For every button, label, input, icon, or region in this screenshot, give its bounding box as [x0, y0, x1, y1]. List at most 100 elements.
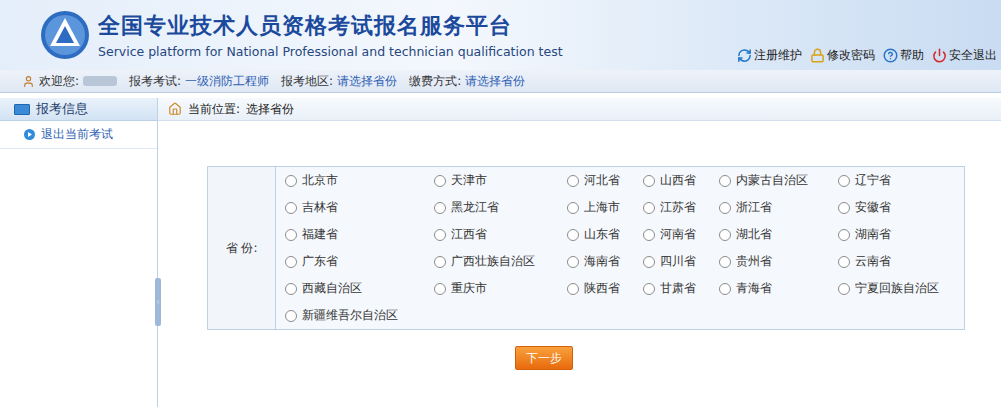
logo-icon: [40, 10, 90, 60]
province-radio[interactable]: 新疆维吾尔自治区: [285, 302, 434, 329]
radio-circle: [719, 202, 731, 214]
header-link[interactable]: 安全退出: [932, 47, 997, 64]
province-radio[interactable]: 海南省: [567, 248, 643, 275]
radio-circle: [719, 283, 731, 295]
province-radio[interactable]: 甘肃省: [643, 275, 719, 302]
page: 全国专业技术人员资格考试报名服务平台 Service platform for N…: [0, 0, 1001, 407]
province-radio[interactable]: 浙江省: [719, 194, 838, 221]
radio-circle: [643, 202, 655, 214]
panel-icon: [14, 104, 30, 115]
radio-circle: [285, 229, 297, 241]
radio-circle: [838, 283, 850, 295]
radio-circle: [719, 256, 731, 268]
province-radio[interactable]: 福建省: [285, 221, 434, 248]
home-icon: [168, 102, 182, 116]
header-link[interactable]: 注册维护: [737, 47, 802, 64]
collapse-handle[interactable]: [155, 278, 161, 326]
radio-circle: [285, 175, 297, 187]
power-icon: [932, 48, 947, 63]
province-radio[interactable]: 四川省: [643, 248, 719, 275]
province-radio[interactable]: 江苏省: [643, 194, 719, 221]
province-radio[interactable]: 辽宁省: [838, 167, 964, 194]
radio-circle: [643, 256, 655, 268]
radio-circle: [567, 229, 579, 241]
radio-circle: [567, 175, 579, 187]
province-radio[interactable]: 重庆市: [434, 275, 567, 302]
province-radio[interactable]: 青海省: [719, 275, 838, 302]
province-radio[interactable]: 河南省: [643, 221, 719, 248]
breadcrumb: 当前位置: 选择省份: [158, 98, 1001, 121]
site-title: 全国专业技术人员资格考试报名服务平台: [98, 11, 563, 41]
radio-circle: [643, 175, 655, 187]
province-radio[interactable]: 山西省: [643, 167, 719, 194]
radio-circle: [434, 283, 446, 295]
info-label: 缴费方式:: [409, 73, 461, 90]
province-radio[interactable]: 河北省: [567, 167, 643, 194]
header-link[interactable]: 帮助: [883, 47, 924, 64]
radio-circle: [285, 202, 297, 214]
info-label: 报考考试:: [129, 73, 181, 90]
province-radio[interactable]: 广西壮族自治区: [434, 248, 567, 275]
body: 报考信息退出当前考试当前位置:选择省份省 份:北京市天津市河北省山西省内蒙古自治…: [0, 93, 1001, 407]
province-radio[interactable]: 广东省: [285, 248, 434, 275]
radio-circle: [285, 256, 297, 268]
chevron-left-icon: [155, 299, 161, 305]
header-link[interactable]: 修改密码: [810, 47, 875, 64]
sidebar: 报考信息退出当前考试: [0, 98, 158, 407]
province-radio[interactable]: 陕西省: [567, 275, 643, 302]
radio-circle: [719, 229, 731, 241]
brand-text: 全国专业技术人员资格考试报名服务平台 Service platform for N…: [98, 11, 563, 59]
province-grid: 北京市天津市河北省山西省内蒙古自治区辽宁省吉林省黑龙江省上海市江苏省浙江省安徽省…: [276, 167, 964, 329]
radio-circle: [838, 175, 850, 187]
province-radio[interactable]: 云南省: [838, 248, 964, 275]
radio-circle: [838, 256, 850, 268]
refresh-icon: [737, 48, 752, 63]
header-links: 注册维护修改密码帮助安全退出: [737, 0, 1001, 70]
arrow-icon: [24, 129, 35, 140]
brand: 全国专业技术人员资格考试报名服务平台 Service platform for N…: [0, 0, 563, 70]
province-radio[interactable]: 湖南省: [838, 221, 964, 248]
radio-circle: [643, 229, 655, 241]
province-radio[interactable]: 天津市: [434, 167, 567, 194]
province-radio[interactable]: 贵州省: [719, 248, 838, 275]
province-radio[interactable]: 内蒙古自治区: [719, 167, 838, 194]
radio-circle: [838, 202, 850, 214]
province-radio[interactable]: 山东省: [567, 221, 643, 248]
info-bar: 欢迎您:报考考试:一级消防工程师报考地区:请选择省份缴费方式:请选择省份: [0, 70, 1001, 93]
radio-circle: [567, 283, 579, 295]
help-icon: [883, 48, 898, 63]
header: 全国专业技术人员资格考试报名服务平台 Service platform for N…: [0, 0, 1001, 70]
radio-circle: [434, 202, 446, 214]
breadcrumb-value: 选择省份: [246, 101, 294, 118]
province-radio[interactable]: 安徽省: [838, 194, 964, 221]
radio-circle: [719, 175, 731, 187]
main: 当前位置:选择省份省 份:北京市天津市河北省山西省内蒙古自治区辽宁省吉林省黑龙江…: [158, 98, 1001, 407]
breadcrumb-label: 当前位置:: [188, 101, 240, 118]
lock-icon: [810, 48, 825, 63]
radio-circle: [567, 202, 579, 214]
province-radio[interactable]: 上海市: [567, 194, 643, 221]
province-form: 省 份:北京市天津市河北省山西省内蒙古自治区辽宁省吉林省黑龙江省上海市江苏省浙江…: [207, 166, 965, 330]
province-radio[interactable]: 宁夏回族自治区: [838, 275, 964, 302]
province-radio[interactable]: 北京市: [285, 167, 434, 194]
radio-circle: [434, 256, 446, 268]
radio-circle: [285, 310, 297, 322]
next-button[interactable]: 下一步: [515, 346, 573, 370]
province-radio[interactable]: 黑龙江省: [434, 194, 567, 221]
province-radio[interactable]: 湖北省: [719, 221, 838, 248]
radio-circle: [838, 229, 850, 241]
province-radio[interactable]: 吉林省: [285, 194, 434, 221]
sidebar-item[interactable]: 退出当前考试: [0, 121, 157, 149]
info-value: 请选择省份: [337, 73, 397, 90]
radio-circle: [434, 229, 446, 241]
button-row: 下一步: [158, 330, 1001, 370]
info-label: 报考地区:: [281, 73, 333, 90]
radio-circle: [567, 256, 579, 268]
welcome-label: 欢迎您:: [39, 73, 79, 90]
site-subtitle: Service platform for National Profession…: [98, 44, 563, 59]
province-radio[interactable]: 西藏自治区: [285, 275, 434, 302]
radio-circle: [643, 283, 655, 295]
radio-circle: [285, 283, 297, 295]
radio-circle: [434, 175, 446, 187]
province-radio[interactable]: 江西省: [434, 221, 567, 248]
